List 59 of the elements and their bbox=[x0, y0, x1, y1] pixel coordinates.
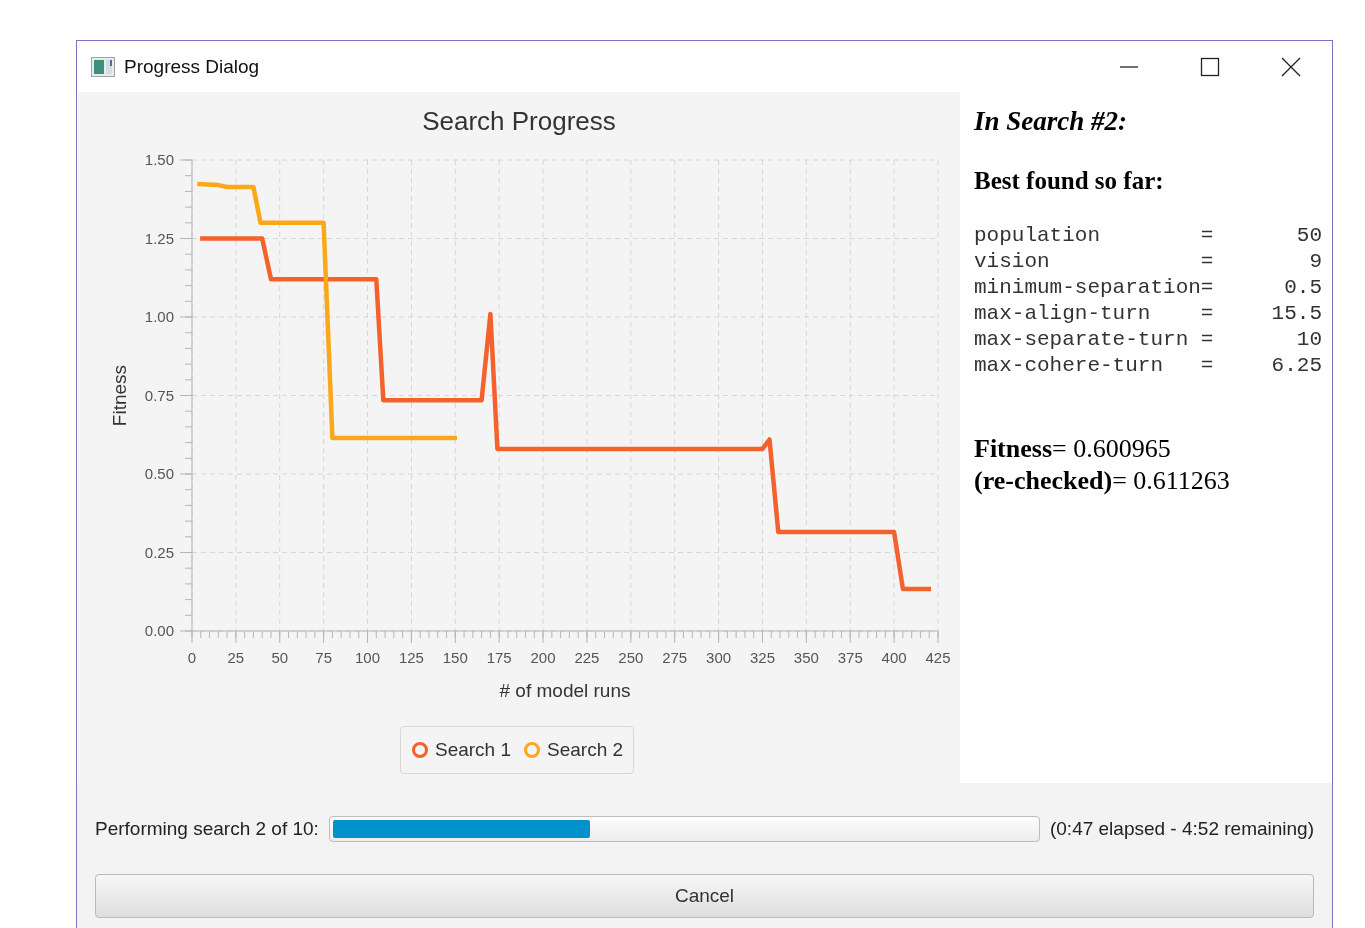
chart-title: Search Progress bbox=[422, 105, 616, 138]
y-axis-label: Fitness bbox=[109, 364, 130, 427]
tick-label: 250 bbox=[618, 649, 644, 666]
fitness-result: (re-checked)= 0.611263 bbox=[974, 465, 1231, 497]
parameter-name: max-separate-turn bbox=[974, 327, 1190, 353]
close-icon[interactable] bbox=[1281, 56, 1301, 77]
tick-label: 325 bbox=[749, 649, 775, 666]
cancel-button[interactable]: Cancel bbox=[95, 874, 1314, 918]
tick-label: 350 bbox=[793, 649, 819, 666]
tick-label: 50 bbox=[271, 649, 289, 666]
parameter-value: 50 bbox=[1295, 223, 1322, 249]
tick-label: 375 bbox=[837, 649, 863, 666]
fitness-result: Fitness= 0.600965 bbox=[974, 433, 1172, 465]
tick-label: 0.75 bbox=[144, 386, 174, 404]
parameter-name: minimum-separation bbox=[974, 275, 1201, 301]
equals-sign: = bbox=[1200, 223, 1214, 249]
tick-label: 0.00 bbox=[144, 622, 174, 639]
legend-label: Search 2 bbox=[547, 739, 624, 761]
parameter-name: max-align-turn bbox=[974, 301, 1152, 327]
parameter-value: 15.5 bbox=[1270, 301, 1322, 327]
tick-label: 150 bbox=[442, 649, 468, 666]
tick-label: 425 bbox=[925, 649, 951, 666]
legend-label: Search 1 bbox=[434, 739, 511, 761]
best-found-heading: Best found so far: bbox=[974, 167, 1165, 195]
window-icon bbox=[91, 56, 115, 77]
parameter-name: population bbox=[974, 223, 1102, 249]
tick-label: 1.00 bbox=[144, 308, 174, 325]
progress-label: Performing search 2 of 10: bbox=[95, 818, 319, 840]
equals-sign: = bbox=[1200, 327, 1214, 353]
tick-label: 175 bbox=[486, 649, 512, 666]
maximize-icon[interactable] bbox=[1200, 56, 1220, 77]
tick-label: 25 bbox=[227, 649, 245, 666]
tick-label: 125 bbox=[398, 649, 424, 666]
parameter-value: 6.25 bbox=[1270, 353, 1322, 379]
tick-label: 1.50 bbox=[144, 151, 174, 168]
tick-label: 300 bbox=[706, 649, 732, 666]
parameter-value: 9 bbox=[1308, 249, 1322, 275]
equals-sign: = bbox=[1200, 275, 1214, 301]
tick-label: 1.25 bbox=[144, 229, 174, 247]
equals-sign: = bbox=[1200, 301, 1214, 327]
parameter-name: vision bbox=[974, 249, 1051, 275]
tick-label: 200 bbox=[530, 649, 556, 666]
tick-label: 100 bbox=[355, 649, 381, 666]
tick-label: 0.25 bbox=[144, 543, 174, 561]
parameter-value: 10 bbox=[1295, 327, 1322, 353]
parameter-name: max-cohere-turn bbox=[974, 353, 1165, 379]
tick-label: 0 bbox=[187, 649, 197, 666]
tick-label: 225 bbox=[574, 649, 600, 666]
tick-label: 400 bbox=[881, 649, 907, 666]
time-remaining: (0:47 elapsed - 4:52 remaining) bbox=[1049, 818, 1314, 840]
equals-sign: = bbox=[1200, 353, 1214, 379]
x-axis-label: # of model runs bbox=[499, 680, 631, 701]
tick-label: 0.50 bbox=[144, 465, 174, 482]
tick-label: 75 bbox=[315, 649, 332, 666]
parameter-value: 0.5 bbox=[1283, 275, 1322, 301]
window-title: Progress Dialog bbox=[124, 55, 260, 78]
equals-sign: = bbox=[1200, 249, 1214, 275]
search-heading: In Search #2: bbox=[974, 106, 1129, 137]
tick-label: 275 bbox=[662, 649, 688, 666]
